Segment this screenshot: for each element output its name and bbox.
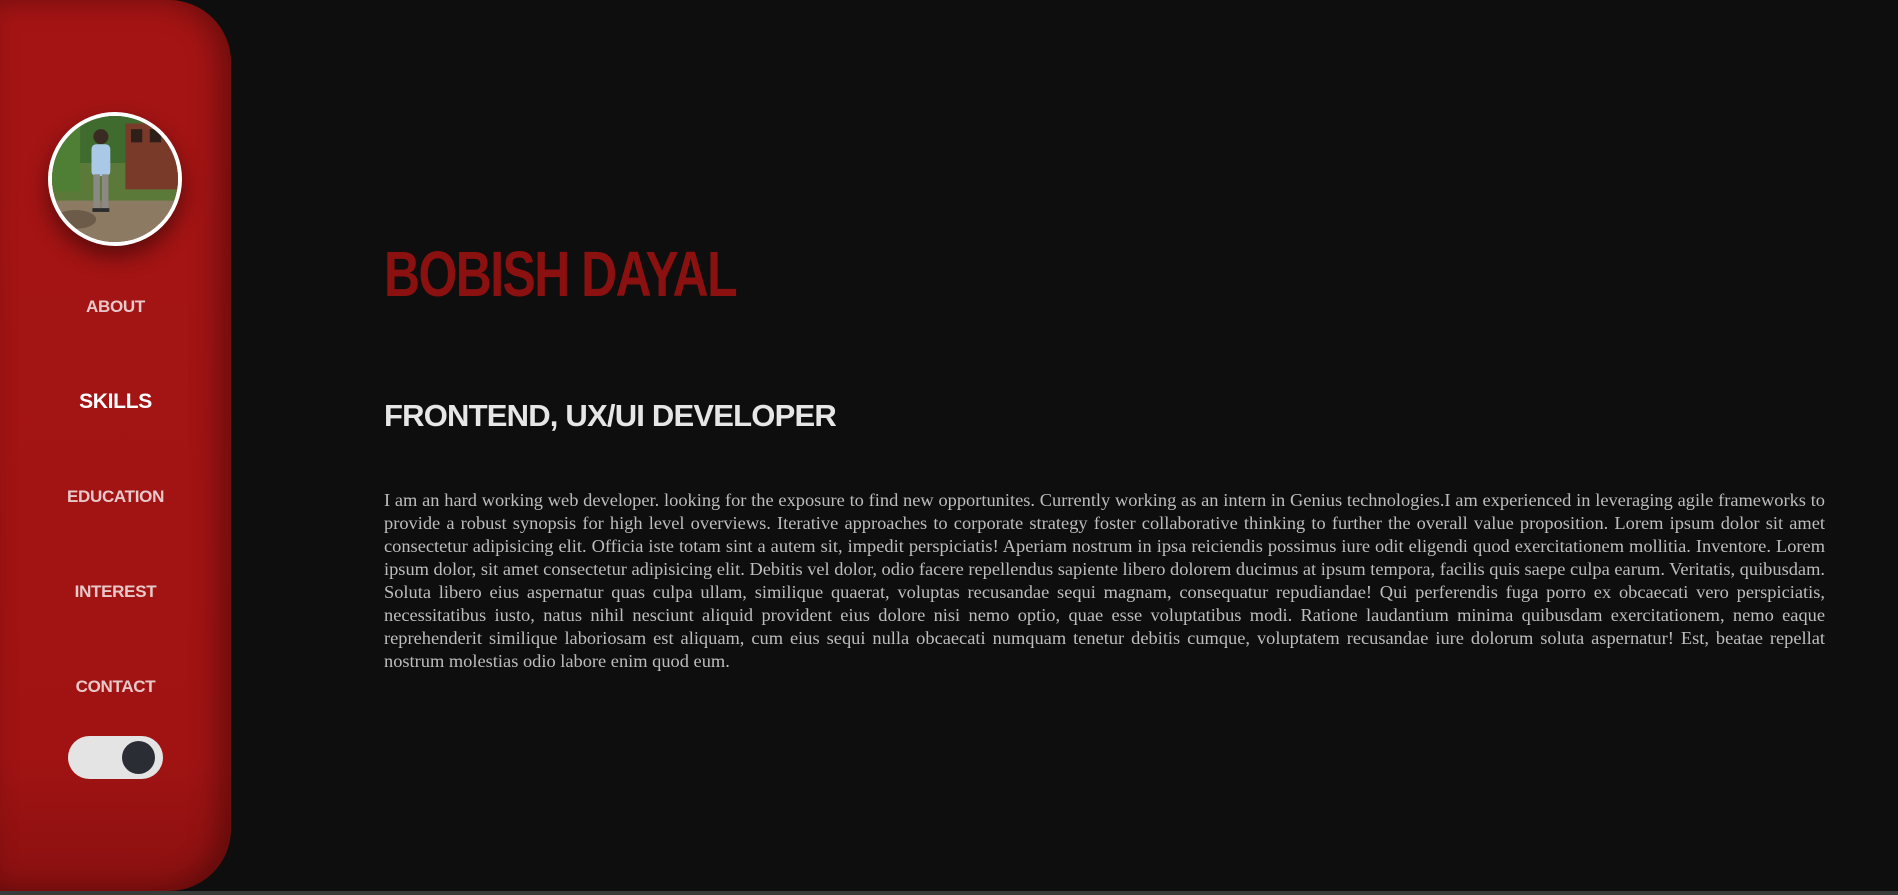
bio-paragraph: I am an hard working web developer. look… (384, 490, 1825, 671)
toggle-knob (122, 741, 155, 774)
nav-item-education[interactable]: EDUCATION (0, 487, 231, 507)
avatar[interactable] (48, 112, 182, 246)
nav-item-interest[interactable]: INTEREST (0, 582, 231, 602)
theme-toggle[interactable] (68, 736, 163, 779)
avatar-photo (52, 116, 178, 242)
role-heading: FRONTEND, UX/UI DEVELOPER (384, 398, 837, 433)
nav-item-about[interactable]: ABOUT (0, 297, 231, 317)
page-title: BOBISH DAYAL (384, 238, 738, 310)
sidebar: ABOUT SKILLS EDUCATION INTEREST CONTACT (0, 0, 231, 891)
nav-item-contact[interactable]: CONTACT (0, 677, 231, 697)
bottom-divider (0, 891, 1898, 895)
nav-item-skills[interactable]: SKILLS (0, 390, 231, 414)
